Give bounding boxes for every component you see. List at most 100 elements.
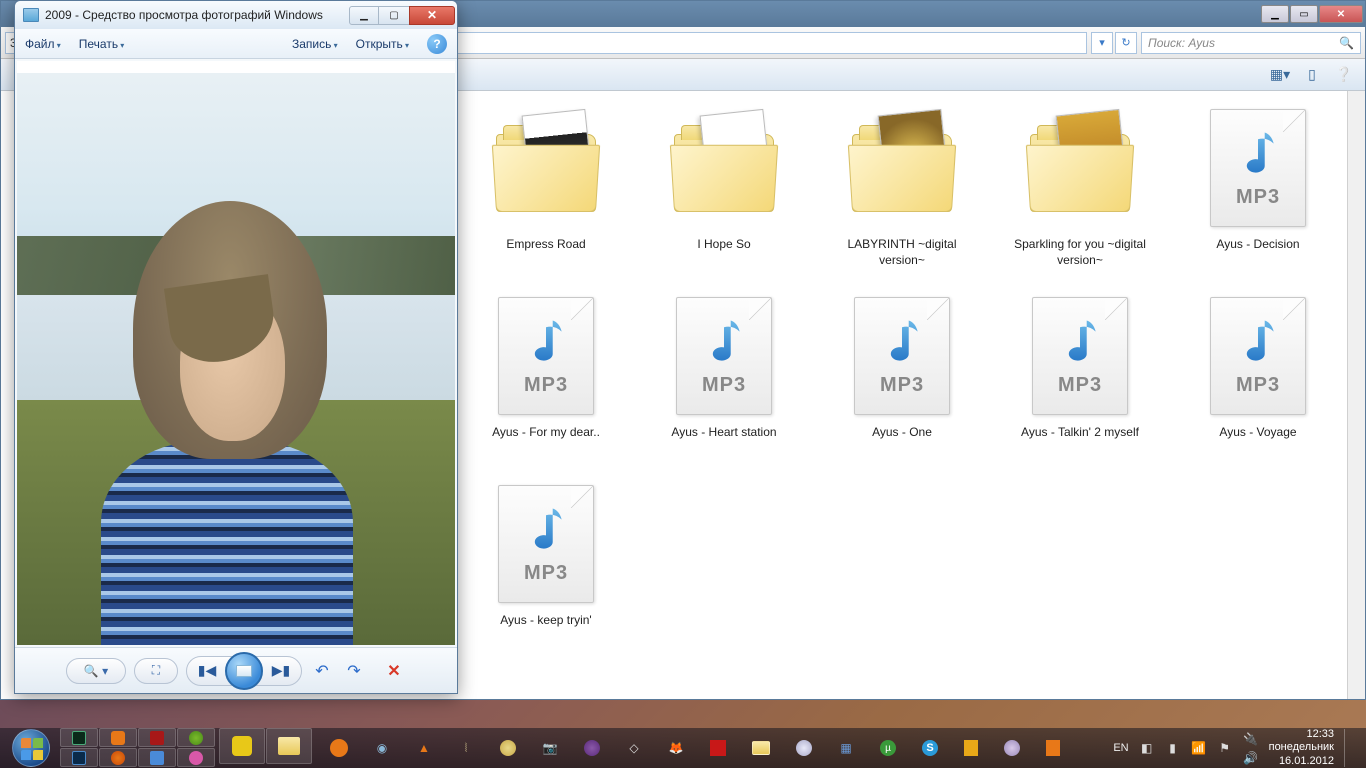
folder-icon [1030, 124, 1130, 212]
taskbar-app-blue[interactable] [138, 748, 176, 767]
start-button[interactable] [4, 728, 58, 768]
tray-app-icon[interactable]: ◧ [1139, 740, 1155, 756]
taskbar-app-skype[interactable]: S [922, 740, 938, 756]
mp3-file-icon: MP3 [498, 485, 594, 603]
rotate-right-button[interactable]: ↷ [342, 661, 366, 681]
taskbar-app-gimp[interactable]: 🦊 [668, 740, 684, 756]
refresh-button[interactable]: ↻ [1115, 32, 1137, 54]
photo-viewer-controls: 🔍 ▾ ⛶ ▮◀ ▶▮ ↶ ↷ ✕ [15, 647, 457, 693]
mp3-file-icon: MP3 [1210, 109, 1306, 227]
taskbar-app[interactable]: ◉ [374, 740, 390, 756]
volume-icon[interactable]: 🔊 [1243, 750, 1259, 766]
previous-button[interactable]: ▮◀ [191, 657, 223, 685]
search-icon: 🔍 [1339, 36, 1354, 50]
taskbar-app-utorrent[interactable]: µ [880, 740, 896, 756]
print-menu[interactable]: Печать [79, 37, 125, 51]
taskbar-app-photoshop[interactable] [60, 748, 98, 767]
burn-menu[interactable]: Запись [292, 37, 338, 51]
zoom-button[interactable]: 🔍 ▾ [66, 658, 126, 684]
file-item[interactable]: MP3 Ayus - Voyage [1183, 291, 1333, 479]
item-label: I Hope So [697, 237, 750, 253]
displayed-photo [17, 61, 455, 645]
file-item[interactable]: MP3 Ayus - Heart station [649, 291, 799, 479]
taskbar-app[interactable] [1004, 740, 1020, 756]
item-label: Ayus - One [872, 425, 932, 441]
mp3-file-icon: MP3 [676, 297, 772, 415]
taskbar-app-mediaplayer[interactable] [99, 728, 137, 747]
taskbar-pinned-apps [60, 728, 215, 768]
help-button[interactable]: ❔ [1333, 64, 1355, 86]
language-indicator[interactable]: EN [1113, 742, 1128, 754]
minimize-button[interactable]: ▁ [349, 6, 379, 25]
flag-icon[interactable]: ⚑ [1217, 740, 1233, 756]
taskbar-app-adobe[interactable] [710, 740, 726, 756]
item-label: Ayus - Decision [1216, 237, 1299, 253]
taskbar-app-explorer-active[interactable] [752, 741, 770, 755]
photo-canvas [17, 61, 455, 645]
photo-viewer-menubar: Файл Печать Запись Открыть ? [15, 29, 457, 59]
clock-time: 12:33 [1269, 728, 1334, 741]
taskbar-app[interactable] [796, 740, 812, 756]
taskbar-app[interactable] [584, 740, 600, 756]
taskbar-app[interactable]: ◇ [626, 740, 642, 756]
wifi-icon[interactable]: 📶 [1191, 740, 1207, 756]
taskbar-app[interactable] [330, 739, 348, 757]
folder-item[interactable]: LABYRINTH ~digital version~ [827, 103, 977, 291]
help-button[interactable]: ? [427, 34, 447, 54]
photo-viewer-titlebar[interactable]: 2009 - Средство просмотра фотографий Win… [15, 1, 457, 29]
view-options-button[interactable]: ▦▾ [1269, 64, 1291, 86]
mp3-file-icon: MP3 [1210, 297, 1306, 415]
delete-button[interactable]: ✕ [382, 661, 406, 681]
next-button[interactable]: ▶▮ [265, 657, 297, 685]
taskbar-app[interactable] [964, 740, 978, 756]
taskbar-app[interactable]: ⦚ [458, 740, 474, 756]
fit-button[interactable]: ⛶ [134, 658, 178, 684]
close-button[interactable]: ✕ [1319, 5, 1363, 23]
taskbar-app[interactable] [500, 740, 516, 756]
folder-item[interactable]: Empress Road [471, 103, 621, 291]
open-menu[interactable]: Открыть [356, 37, 409, 51]
item-label: Ayus - keep tryin' [500, 613, 591, 629]
taskbar-app-icq[interactable] [177, 728, 215, 747]
taskbar-app[interactable]: ▦ [838, 740, 854, 756]
file-item[interactable]: MP3 Ayus - keep tryin' [471, 479, 621, 667]
maximize-button[interactable]: ▭ [1290, 5, 1318, 23]
taskbar-app-yandex[interactable] [219, 728, 265, 764]
file-item[interactable]: MP3 Ayus - Talkin' 2 myself [1005, 291, 1155, 479]
file-item[interactable]: MP3 Ayus - Decision [1183, 103, 1333, 291]
item-label: Ayus - Voyage [1219, 425, 1296, 441]
clock-date: 16.01.2012 [1269, 755, 1334, 768]
slideshow-button[interactable] [225, 652, 263, 690]
taskbar-app-pink[interactable] [177, 748, 215, 767]
history-dropdown-button[interactable]: ▾ [1091, 32, 1113, 54]
search-input[interactable]: Поиск: Ayus 🔍 [1141, 32, 1361, 54]
taskbar-app-vlc[interactable]: ▲ [416, 740, 432, 756]
maximize-button[interactable]: ▢ [379, 6, 409, 25]
file-menu[interactable]: Файл [25, 37, 61, 51]
taskbar-app-vob[interactable] [138, 728, 176, 747]
minimize-button[interactable]: ▁ [1261, 5, 1289, 23]
clock[interactable]: 12:33 понедельник 16.01.2012 [1269, 728, 1334, 768]
close-button[interactable]: ✕ [409, 6, 455, 25]
file-item[interactable]: MP3 Ayus - One [827, 291, 977, 479]
system-tray: EN ◧ ▮ 📶 ⚑ 🔌 🔊 12:33 понедельник 16.01.2… [1105, 728, 1362, 768]
taskbar-app[interactable] [1046, 740, 1060, 756]
show-desktop-button[interactable] [1344, 729, 1354, 767]
rotate-left-button[interactable]: ↶ [310, 661, 334, 681]
taskbar-app-firefox[interactable] [99, 748, 137, 767]
mp3-file-icon: MP3 [498, 297, 594, 415]
taskbar-app-audition[interactable] [60, 728, 98, 747]
taskbar-app-explorer[interactable] [266, 728, 312, 764]
taskbar-app[interactable]: 📷 [542, 740, 558, 756]
folder-item[interactable]: I Hope So [649, 103, 799, 291]
file-item[interactable]: MP3 Ayus - For my dear.. [471, 291, 621, 479]
search-placeholder: Поиск: Ayus [1148, 36, 1215, 50]
network-icon[interactable]: ▮ [1165, 740, 1181, 756]
folder-item[interactable]: Sparkling for you ~digital version~ [1005, 103, 1155, 291]
mp3-file-icon: MP3 [1032, 297, 1128, 415]
power-icon[interactable]: 🔌 [1243, 731, 1259, 747]
photo-viewer-window: 2009 - Средство просмотра фотографий Win… [14, 0, 458, 694]
preview-pane-button[interactable]: ▯ [1301, 64, 1323, 86]
taskbar-running-apps [219, 728, 312, 768]
folder-icon [496, 124, 596, 212]
